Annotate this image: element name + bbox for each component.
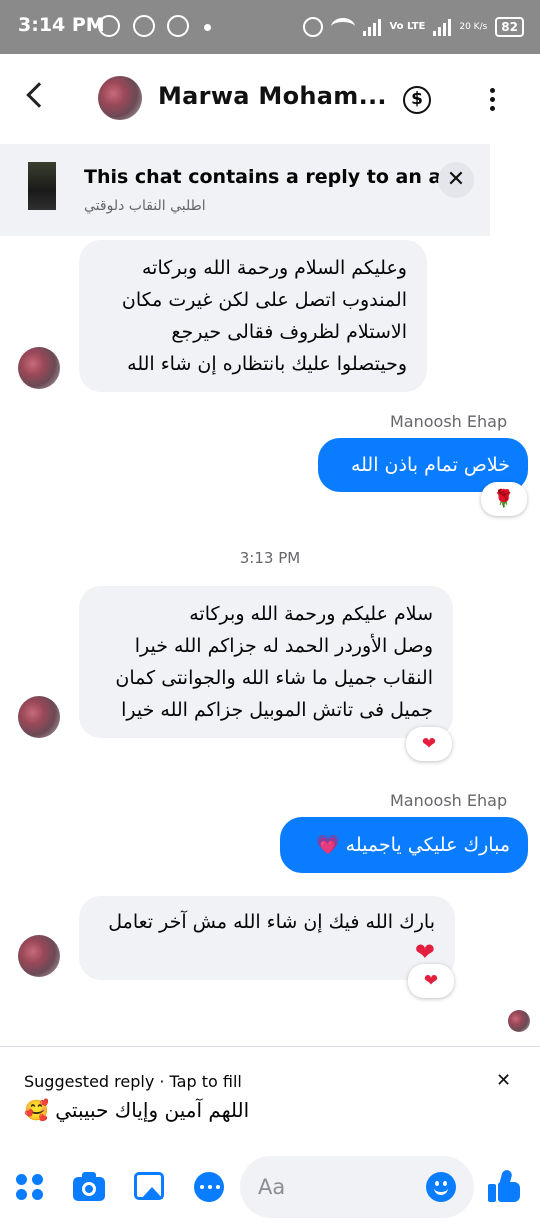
message-bubble-outgoing[interactable]: مبارك عليكي ياجميله 💗 [280, 817, 528, 873]
gallery-icon[interactable] [134, 1170, 166, 1202]
sender-name: Manoosh Ehap [390, 791, 508, 810]
sender-avatar[interactable] [18, 696, 60, 738]
message-line: الاستلام لظروف فقالى حيرجع [171, 321, 407, 343]
message-bubble-incoming[interactable]: وعليكم السلام ورحمة الله وبركاته المندوب… [79, 240, 427, 392]
heart-emoji: ❤ [414, 938, 435, 966]
contact-name[interactable]: Marwa Moham... [158, 82, 387, 110]
contact-avatar[interactable] [98, 76, 142, 120]
ad-thumbnail [28, 162, 56, 210]
message-text: مبارك عليكي ياجميله [345, 834, 510, 856]
more-notifications-dot [204, 24, 211, 31]
divider [0, 1046, 540, 1047]
sender-name: Manoosh Ehap [390, 412, 508, 431]
message-line: وصل الأوردر الحمد له جزاكم الله خيرا [134, 635, 433, 657]
message-text: بارك الله فيك إن شاء الله مش آخر تعامل [108, 911, 435, 933]
signal-icon [363, 18, 382, 36]
heart-reaction[interactable]: ❤ [406, 727, 452, 761]
grid-menu-icon[interactable] [14, 1170, 46, 1202]
message-line: جميل فى تاتش الموبيل جزاكم الله خيرا [121, 699, 433, 721]
rose-reaction[interactable]: 🌹 [481, 482, 527, 516]
heart-reaction[interactable]: ❤ [408, 964, 454, 998]
message-line: النقاب جميل ما شاء الله والجوانتى كمان [115, 667, 433, 689]
close-icon[interactable]: ✕ [496, 1070, 511, 1091]
like-icon[interactable] [488, 1168, 522, 1204]
status-bar: 3:14 PM Vo LTE 20 K/s 82 [0, 0, 540, 54]
emoji-icon[interactable] [426, 1172, 456, 1202]
network-speed: 20 K/s [459, 22, 488, 32]
message-line: المندوب اتصل على لكن غيرت مكان [121, 289, 407, 311]
volte-indicator: Vo LTE [389, 21, 426, 32]
alarm-icon [303, 17, 324, 37]
battery-icon: 82 [495, 17, 524, 37]
dollar-icon[interactable]: $ [403, 86, 431, 114]
suggested-reply-text[interactable]: اللهم آمين وإياك حبيبتي 🥰 [24, 1098, 249, 1122]
read-receipt-avatar [508, 1010, 530, 1032]
wifi-icon [331, 18, 356, 36]
chevron-left-icon[interactable] [26, 82, 52, 108]
message-bubble-incoming[interactable]: بارك الله فيك إن شاء الله مش آخر تعامل ❤ [79, 896, 455, 980]
sender-avatar[interactable] [18, 935, 60, 977]
ad-banner-subtitle: اطلبي النقاب دلوقتي [84, 198, 206, 214]
message-line: وعليكم السلام ورحمة الله وبركاته [141, 257, 407, 279]
app-notification-icon [133, 15, 155, 37]
message-line: وحيتصلوا عليك بانتظاره إن شاء الله [127, 353, 407, 375]
message-line: سلام عليكم ورحمة الله وبركاته [189, 603, 433, 625]
more-vertical-icon[interactable] [490, 88, 496, 112]
suggested-reply-label: Suggested reply · Tap to fill [24, 1072, 242, 1091]
ad-banner-title: This chat contains a reply to an ad. [84, 166, 463, 188]
chat-header: Marwa Moham... $ [0, 54, 540, 144]
status-indicators: Vo LTE 20 K/s 82 [303, 12, 524, 42]
signal-icon-2 [433, 18, 452, 36]
message-timestamp: 3:13 PM [239, 549, 301, 567]
status-time: 3:14 PM [18, 14, 105, 36]
camera-icon[interactable] [73, 1170, 105, 1202]
message-bubble-incoming[interactable]: سلام عليكم ورحمة الله وبركاته وصل الأورد… [79, 586, 453, 738]
close-icon[interactable]: ✕ [438, 162, 474, 198]
app-notification-icon-2 [167, 15, 189, 37]
sender-avatar[interactable] [18, 347, 60, 389]
whatsapp-notification-icon [98, 15, 120, 37]
chat-bubble-icon[interactable] [194, 1170, 226, 1202]
ad-reply-banner[interactable]: This chat contains a reply to an ad. اطل… [0, 144, 490, 236]
sparkling-heart-emoji: 💗 [315, 834, 340, 856]
